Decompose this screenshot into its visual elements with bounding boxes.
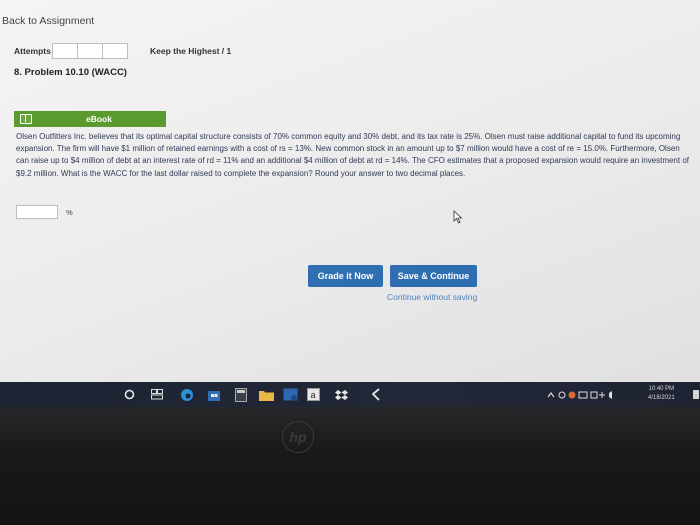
ebook-button[interactable]: eBook bbox=[14, 111, 166, 127]
problem-text: Olsen Outfitters Inc. believes that its … bbox=[16, 132, 689, 178]
taskbar: a 10:40 PM 4/18/2021 bbox=[0, 382, 700, 407]
calculator-icon[interactable] bbox=[234, 387, 248, 402]
attempts-row: Attempts Keep the Highest / 1 bbox=[14, 42, 231, 60]
system-tray bbox=[546, 387, 616, 402]
clock[interactable]: 10:40 PM 4/18/2021 bbox=[648, 385, 675, 403]
problem-title: 8. Problem 10.10 (WACC) bbox=[14, 67, 127, 78]
search-icon[interactable] bbox=[122, 387, 136, 402]
notification-icon[interactable] bbox=[693, 390, 699, 399]
photos-icon[interactable] bbox=[282, 387, 298, 402]
mouse-cursor-icon bbox=[453, 210, 463, 224]
hp-logo: hp bbox=[282, 421, 314, 453]
tray-icons bbox=[547, 390, 612, 399]
dropbox-icon[interactable] bbox=[334, 387, 348, 402]
store-icon[interactable] bbox=[206, 387, 222, 402]
svg-text:a: a bbox=[310, 390, 315, 400]
vscode-icon[interactable] bbox=[370, 387, 382, 402]
clock-date: 4/18/2021 bbox=[648, 395, 675, 401]
percent-unit: % bbox=[66, 207, 73, 217]
ebook-label: eBook bbox=[86, 114, 112, 124]
attempt-indicator bbox=[52, 43, 128, 59]
clock-time: 10:40 PM bbox=[648, 386, 675, 392]
attempts-label: Attempts bbox=[14, 46, 51, 56]
laptop-bezel: hp bbox=[0, 407, 700, 525]
keep-highest-label: Keep the Highest / 1 bbox=[150, 46, 232, 56]
continue-without-saving-link[interactable]: Continue without saving bbox=[387, 292, 477, 302]
file-explorer-icon[interactable] bbox=[258, 387, 274, 402]
task-view-icon[interactable] bbox=[150, 387, 164, 402]
edge-icon[interactable] bbox=[179, 387, 195, 402]
back-to-assignment-link[interactable]: Back to Assignment bbox=[2, 15, 94, 27]
book-icon bbox=[20, 114, 32, 124]
attempt-box bbox=[53, 44, 78, 58]
grade-it-now-button[interactable]: Grade it Now bbox=[308, 265, 383, 287]
save-and-continue-button[interactable]: Save & Continue bbox=[390, 265, 477, 287]
attempt-box bbox=[78, 44, 103, 58]
attempt-box bbox=[103, 44, 127, 58]
amazon-icon[interactable]: a bbox=[306, 387, 320, 402]
answer-row: % bbox=[16, 205, 73, 219]
answer-input[interactable] bbox=[16, 205, 58, 219]
browser-viewport: Back to Assignment Attempts Keep the Hig… bbox=[0, 0, 700, 382]
